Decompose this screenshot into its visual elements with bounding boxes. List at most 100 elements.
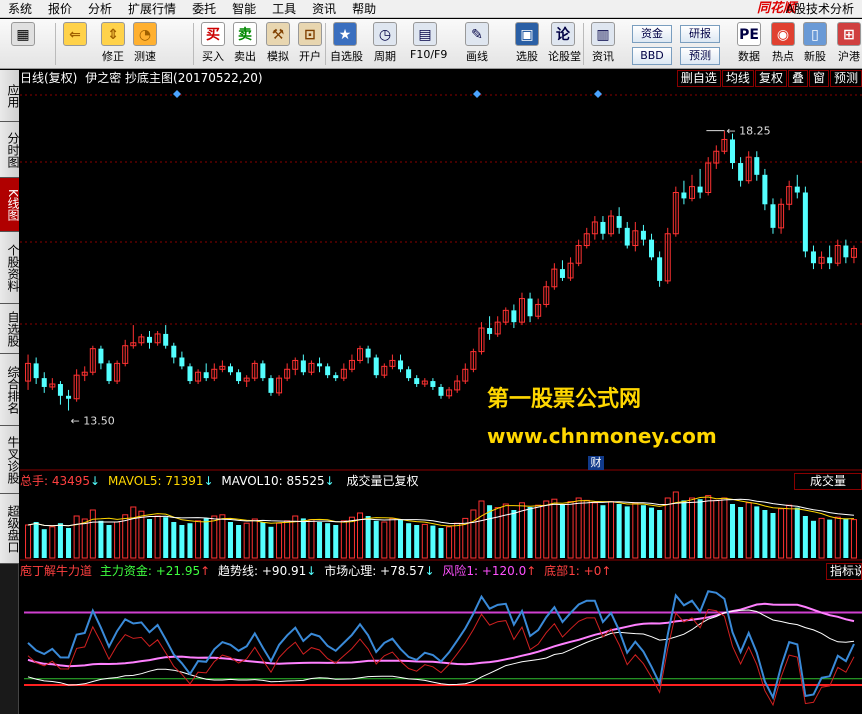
toolbar-button[interactable]: 卖卖出 — [230, 21, 260, 67]
menu-item[interactable]: 帮助 — [344, 0, 384, 18]
toolbar: ▦ ⇐ ⇕ 修正 ◔ 测速 买买入卖卖出 ⚒ 模拟 ⊡ 开户 ★ 自选股 ◷ 周期 ▤ F10/F9 ✎ 画线 ▣ 选股… — [0, 19, 862, 69]
f10-icon: ▤ — [413, 22, 437, 46]
toolbar-button-label: F10/F9 — [410, 48, 448, 61]
menu-item[interactable]: 系统 — [0, 0, 40, 18]
toolbar-button[interactable]: ✎ 画线 — [462, 21, 492, 67]
low-label: ← 13.50 — [71, 415, 115, 428]
volume-bar — [25, 524, 32, 559]
sidebar-tab[interactable]: 自选股 — [0, 304, 20, 354]
toolbar-button[interactable]: ◉ 热点 — [768, 21, 798, 67]
kline-control-button[interactable]: 叠 — [787, 70, 808, 87]
sidebar-tab[interactable]: 分时图 — [0, 122, 20, 178]
sidebar-tab[interactable]: 个股资料 — [0, 232, 20, 304]
candle-body — [624, 227, 630, 246]
toolbar-button[interactable]: ▦ — [8, 21, 38, 67]
candle-body — [317, 363, 323, 367]
toolbar-button-label: 买入 — [202, 50, 224, 63]
kline-control-button[interactable]: 删自选 — [676, 70, 721, 87]
toolbar-button[interactable]: ◔ 测速 — [130, 21, 160, 67]
sidebar-tab[interactable]: K线图 — [0, 178, 20, 232]
menu-item[interactable]: 智能 — [224, 0, 264, 18]
toolbar-small-button[interactable]: 预测 — [680, 47, 720, 65]
buy-icon: 买 — [201, 22, 225, 46]
toolbar-small-button[interactable]: 研报 — [680, 25, 720, 43]
candle-body — [487, 328, 493, 334]
back-arrow-icon: ⇐ — [63, 22, 87, 46]
candle-body — [511, 310, 517, 323]
candle-body — [527, 298, 533, 317]
candle-body — [657, 257, 663, 281]
toolbar-button[interactable]: ▥ 资讯 — [588, 21, 618, 67]
volume-bar — [430, 525, 436, 558]
kline-control-button[interactable]: 预测 — [829, 70, 862, 87]
toolbar-button[interactable]: PE 数据 — [734, 21, 764, 67]
toolbar-button[interactable]: ▣ 选股 — [512, 21, 542, 67]
volume-bar — [203, 518, 209, 558]
indicator-bottom: 底部1: +0 — [544, 564, 602, 578]
menu-item[interactable]: 委托 — [184, 0, 224, 18]
watermark-url: www.chnmoney.com — [487, 424, 717, 448]
finance-badge[interactable]: 财 — [588, 456, 604, 470]
toolbar-button[interactable]: ▯ 新股 — [800, 21, 830, 67]
menu-bar: 系统 报价 分析 扩展行情 委托 智能 工具 资讯 帮助 — [0, 0, 862, 18]
kline-control-button[interactable]: 窗 — [808, 70, 829, 87]
toolbar-small-button[interactable]: 资金 — [632, 25, 672, 43]
toolbar-button[interactable]: 论论股堂 — [548, 21, 581, 67]
kline-control-button[interactable]: 均线 — [721, 70, 754, 87]
menu-item[interactable]: 报价 — [40, 0, 80, 18]
toolbar-button[interactable]: ⊡ 开户 — [295, 21, 325, 67]
candle-body — [179, 357, 185, 367]
volume-bar — [649, 507, 655, 558]
chart-area: ← 18.25 ← 13.50 日线(复权) 伊之密 抄底主图(20170522,… — [20, 70, 862, 714]
kline-period[interactable]: 日线(复权) — [20, 71, 77, 85]
toolbar-button[interactable]: ⊞ 沪港 — [834, 21, 862, 67]
toolbar-button[interactable]: 买买入 — [198, 21, 228, 67]
volume-bar — [219, 514, 226, 559]
toolbar-button[interactable]: ⚒ 模拟 — [263, 21, 293, 67]
toolbar-button-label: 卖出 — [234, 50, 256, 63]
candle-body — [333, 375, 339, 379]
toolbar-button-label: 测速 — [134, 50, 156, 63]
volume-label-box[interactable]: 成交量 — [794, 473, 862, 490]
hot-icon: ◉ — [771, 22, 795, 46]
volume-bar — [146, 519, 153, 558]
sidebar-tab[interactable]: 牛叉诊股 — [0, 426, 20, 494]
menu-item[interactable]: 分析 — [80, 0, 120, 18]
sidebar-tab[interactable]: 综合排名 — [0, 354, 20, 426]
kline-chart[interactable]: ← 18.25 ← 13.50 — [20, 70, 862, 714]
volume-bar — [608, 501, 615, 559]
volume-bar — [478, 500, 485, 559]
menu-item[interactable]: 资讯 — [304, 0, 344, 18]
candle-body — [260, 363, 266, 379]
volume-bar — [681, 500, 687, 558]
volume-bar — [762, 510, 768, 558]
toolbar-button[interactable]: ▤ F10/F9 — [410, 21, 448, 67]
volume-bar — [705, 495, 712, 559]
volume-bar — [114, 521, 121, 559]
toolbar-button[interactable]: ◷ 周期 — [370, 21, 400, 67]
volume-bar — [786, 504, 793, 559]
sidebar-tab[interactable]: 应用 — [0, 70, 20, 122]
indicator-name[interactable]: 庖丁解牛力道 — [20, 564, 92, 578]
volume-bar — [818, 517, 825, 559]
news-icon: ▥ — [591, 22, 615, 46]
toolbar-button[interactable]: ★ 自选股 — [330, 21, 363, 67]
lock-icon: ⊡ — [298, 22, 322, 46]
volume-bar — [502, 503, 509, 559]
menu-item[interactable]: 工具 — [264, 0, 304, 18]
volume-bar — [308, 519, 315, 559]
app-title: A股技术分析 — [785, 2, 854, 16]
kline-indicator-name[interactable]: 伊之密 抄底主图(20170522,20) — [85, 71, 262, 85]
toolbar-button[interactable]: ⇕ 修正 — [98, 21, 128, 67]
toolbar-small-button[interactable]: BBD — [632, 47, 672, 65]
sidebar-tab[interactable]: 超级盘口 — [0, 494, 20, 564]
menu-item[interactable]: 扩展行情 — [120, 0, 184, 18]
volume-bar — [600, 505, 606, 558]
volume-bar — [98, 520, 104, 558]
kline-control-button[interactable]: 复权 — [754, 70, 787, 87]
kline-controls: 删自选 均线 复权叠窗预测 — [676, 70, 862, 87]
indicator-help-box[interactable]: 指标说 — [826, 563, 862, 580]
toolbar-button[interactable]: ⇐ — [60, 21, 90, 67]
speed-icon: ◔ — [133, 22, 157, 46]
volume-bar — [365, 516, 371, 558]
